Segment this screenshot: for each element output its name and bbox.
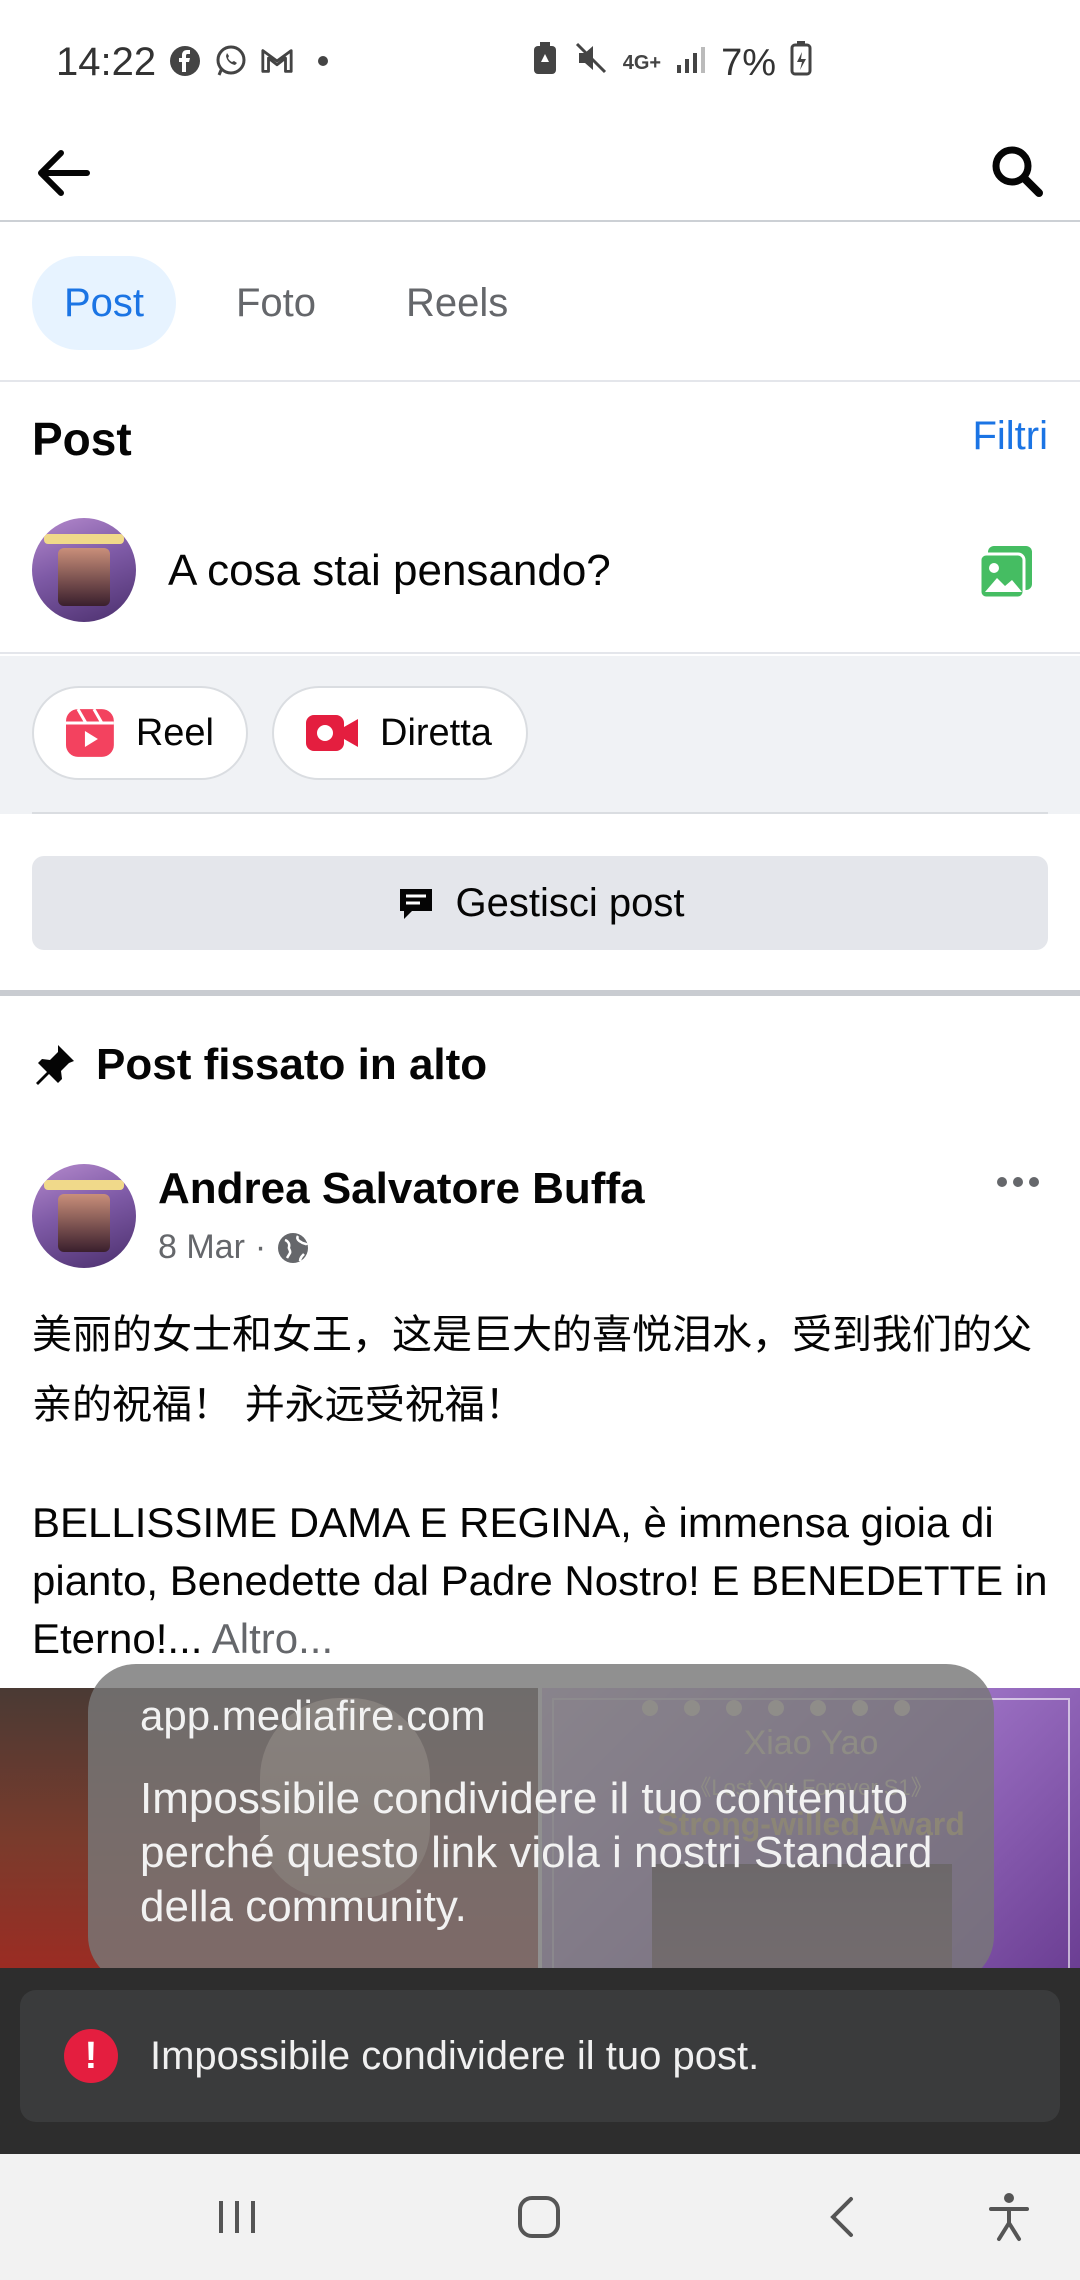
manage-section: Gestisci post [0, 814, 1080, 996]
quick-actions: Reel Diretta [0, 656, 1080, 814]
pinned-header: Post fissato in alto [32, 1040, 487, 1090]
error-icon: ! [64, 2029, 118, 2083]
manage-posts-label: Gestisci post [455, 880, 685, 925]
system-nav-bar [0, 2154, 1080, 2280]
post-author-name[interactable]: Andrea Salvatore Buffa [158, 1164, 645, 1214]
snackbar-message: Impossibile condividere il tuo post. [150, 2033, 760, 2078]
error-snackbar: ! Impossibile condividere il tuo post. [20, 1990, 1060, 2122]
toast-message: Impossibile condividere il tuo contenuto… [140, 1774, 933, 1931]
battery-icon [790, 40, 812, 86]
toast: app.mediafire.com Impossibile condivider… [88, 1664, 994, 1984]
toast-domain: app.mediafire.com [140, 1692, 486, 1739]
post-meta: 8 Mar · [158, 1228, 310, 1267]
post-author-avatar[interactable] [32, 1164, 136, 1268]
back-button[interactable] [30, 140, 96, 206]
photo-icon [978, 546, 1032, 600]
app-bar [0, 130, 1080, 222]
gmail-icon [260, 44, 294, 78]
back-arrow-icon [38, 150, 90, 196]
pin-icon [36, 1045, 74, 1085]
reel-button[interactable]: Reel [32, 686, 248, 780]
accessibility-button[interactable] [976, 2184, 1042, 2250]
manage-posts-button[interactable]: Gestisci post [32, 856, 1048, 950]
see-more-link[interactable]: Altro... [212, 1615, 333, 1662]
battery-percent: 7% [721, 41, 776, 84]
avatar[interactable] [32, 518, 136, 622]
pinned-label: Post fissato in alto [96, 1040, 488, 1089]
system-icons: 4G+ 7% [531, 40, 812, 86]
live-label: Diretta [380, 711, 492, 754]
tab-reels[interactable]: Reels [374, 256, 540, 350]
notification-icons [168, 44, 340, 78]
live-video-icon [306, 715, 358, 751]
accessibility-icon [989, 2193, 1029, 2241]
signal-icon [675, 42, 707, 85]
system-back-button[interactable] [808, 2184, 874, 2250]
tab-post[interactable]: Post [32, 256, 177, 350]
composer-input[interactable]: A cosa stai pensando? [168, 546, 611, 596]
reel-icon [65, 708, 114, 757]
post-text-chinese: 美丽的女士和女王，这是巨大的喜悦泪水，受到我们的父亲的祝福！ 并永远受祝福！ [32, 1312, 1032, 1428]
post-date[interactable]: 8 Mar [158, 1228, 245, 1267]
home-icon [518, 2196, 560, 2238]
post-text-italian-body: BELLISSIME DAMA E REGINA, è immensa gioi… [32, 1499, 1048, 1662]
status-bar: 14:22 4G+ 7% [0, 0, 1080, 130]
globe-icon [278, 1232, 309, 1263]
photo-button[interactable] [976, 542, 1036, 602]
filter-button[interactable]: Filtri [972, 414, 1048, 459]
chevron-left-icon [830, 2197, 853, 2237]
tab-bar: Post Foto Reels [0, 224, 1080, 382]
status-time: 14:22 [56, 40, 157, 84]
mute-icon [573, 40, 609, 86]
search-icon [992, 146, 1043, 197]
search-button[interactable] [984, 138, 1050, 204]
live-button[interactable]: Diretta [272, 686, 528, 780]
facebook-icon [168, 44, 202, 78]
home-button[interactable] [506, 2184, 572, 2250]
reel-label: Reel [135, 711, 214, 754]
post-more-button[interactable] [986, 1160, 1050, 1204]
recents-button[interactable] [204, 2184, 270, 2250]
network-icon: 4G+ [622, 52, 662, 74]
comment-manage-icon [399, 889, 432, 919]
section-title: Post [32, 413, 132, 465]
tab-foto[interactable]: Foto [204, 256, 348, 350]
dot-icon [306, 44, 340, 78]
recents-icon [219, 2201, 255, 2233]
post-composer: A cosa stai pensando? [0, 500, 1080, 654]
whatsapp-icon [214, 44, 248, 78]
post-text-italian: BELLISSIME DAMA E REGINA, è immensa gioi… [32, 1494, 1056, 1668]
battery-saver-icon [531, 40, 559, 86]
meta-separator: · [254, 1228, 267, 1266]
